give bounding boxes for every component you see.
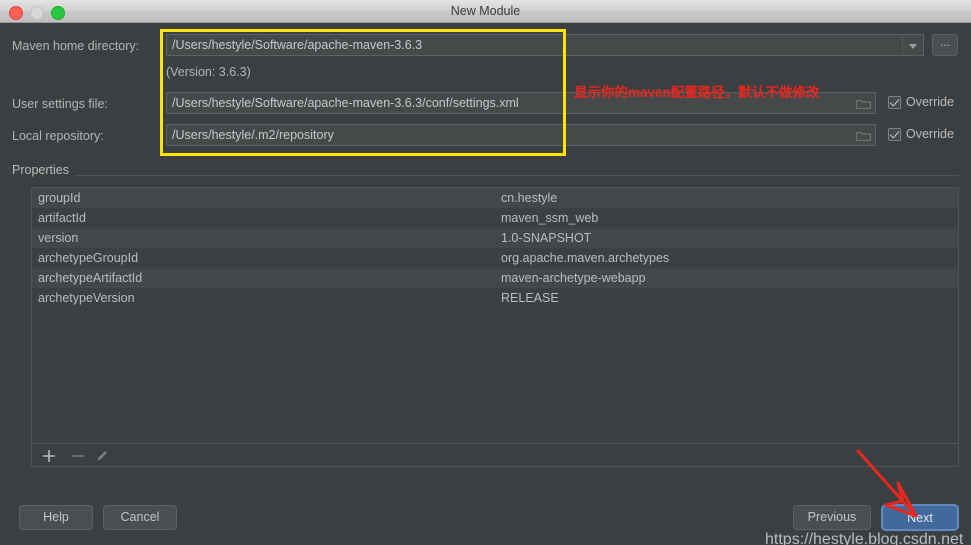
folder-icon: [856, 131, 871, 141]
table-row[interactable]: groupId cn.hestyle: [32, 188, 958, 208]
user-settings-override-checkbox[interactable]: [888, 96, 901, 109]
maven-home-browse-button[interactable]: ...: [932, 34, 958, 56]
user-settings-label: User settings file:: [12, 97, 108, 111]
table-row[interactable]: archetypeGroupId org.apache.maven.archety…: [32, 248, 958, 268]
local-repository-browse-button[interactable]: [852, 124, 876, 146]
properties-toolbar: [31, 444, 959, 467]
property-key-cell: artifactId: [38, 211, 86, 225]
properties-section-title: Properties: [12, 163, 75, 177]
maven-home-label: Maven home directory:: [12, 39, 140, 53]
property-key-cell: groupId: [38, 191, 81, 205]
property-value-cell: cn.hestyle: [501, 191, 558, 205]
watermark-text: https://hestyle.blog.csdn.net: [765, 531, 964, 545]
property-value-cell: org.apache.maven.archetypes: [501, 251, 670, 265]
cancel-button[interactable]: Cancel: [103, 505, 177, 530]
window-titlebar: New Module: [0, 0, 971, 23]
pencil-icon[interactable]: [94, 448, 110, 464]
next-button[interactable]: Next: [881, 504, 959, 531]
table-row[interactable]: artifactId maven_ssm_web: [32, 208, 958, 228]
dialog-body: Maven home directory: /Users/hestyle/Sof…: [0, 23, 971, 545]
local-repository-label: Local repository:: [12, 129, 104, 143]
maven-home-input[interactable]: /Users/hestyle/Software/apache-maven-3.6…: [166, 34, 924, 56]
window-title: New Module: [450, 4, 521, 18]
help-button[interactable]: Help: [19, 505, 93, 530]
plus-icon[interactable]: [41, 448, 57, 464]
property-value-cell: maven_ssm_web: [501, 211, 599, 225]
property-value-cell: maven-archetype-webapp: [501, 271, 646, 285]
table-row[interactable]: archetypeArtifactId maven-archetype-webap…: [32, 268, 958, 288]
property-key-cell: archetypeVersion: [38, 291, 135, 305]
properties-table[interactable]: groupId cn.hestyle artifactId maven_ssm_web…: [31, 187, 959, 444]
chevron-down-icon[interactable]: [902, 34, 924, 56]
local-repository-override-checkbox[interactable]: [888, 128, 901, 141]
chinese-annotation-text: 显示你的maven配置路径，默认不做修改: [574, 85, 820, 100]
new-module-dialog: New Module Maven home directory: /Users/…: [0, 0, 971, 545]
properties-separator: [12, 175, 959, 176]
property-key-cell: archetypeGroupId: [38, 251, 139, 265]
property-value-cell: 1.0-SNAPSHOT: [501, 231, 592, 245]
previous-button[interactable]: Previous: [793, 505, 871, 530]
property-key-cell: version: [38, 231, 79, 245]
local-repository-override-label: Override: [906, 127, 954, 141]
folder-icon: [856, 99, 871, 109]
maven-version-note: (Version: 3.6.3): [166, 65, 251, 79]
local-repository-input[interactable]: /Users/hestyle/.m2/repository: [166, 124, 876, 146]
user-settings-browse-button[interactable]: [852, 92, 876, 114]
user-settings-override-label: Override: [906, 95, 954, 109]
minus-icon[interactable]: [70, 448, 86, 464]
table-row[interactable]: archetypeVersion RELEASE: [32, 288, 958, 308]
table-row[interactable]: version 1.0-SNAPSHOT: [32, 228, 958, 248]
property-value-cell: RELEASE: [501, 291, 559, 305]
property-key-cell: archetypeArtifactId: [38, 271, 143, 285]
